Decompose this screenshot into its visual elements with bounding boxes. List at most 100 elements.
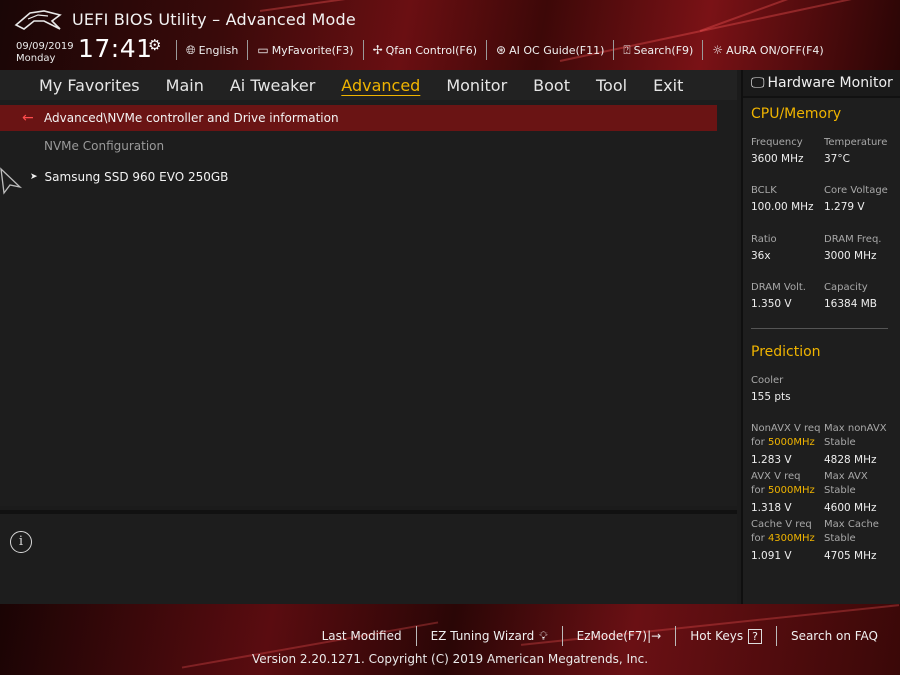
cache-req-for: for 4300MHz [751, 532, 815, 546]
temperature-label: Temperature [824, 137, 888, 148]
main-nav: My Favorites Main Ai Tweaker Advanced Mo… [0, 70, 737, 100]
max-avx-stable: Stable [824, 485, 856, 496]
cpu-memory-heading: CPU/Memory [751, 106, 842, 122]
max-nonavx-value: 4828 MHz [824, 454, 877, 466]
app-title: UEFI BIOS Utility – Advanced Mode [72, 10, 356, 29]
mouse-pointer-icon [0, 167, 23, 195]
max-nonavx-stable: Stable [824, 437, 856, 448]
tab-exit[interactable]: Exit [640, 76, 696, 95]
bclk-label: BCLK [751, 185, 777, 196]
section-divider [751, 328, 888, 329]
capacity-label: Capacity [824, 282, 868, 293]
date-display: 09/09/2019 Monday [16, 41, 74, 65]
ez-tuning-wizard-label: EZ Tuning Wizard [430, 629, 535, 643]
info-icon: i [10, 531, 32, 553]
myfavorite-label: MyFavorite(F3) [271, 43, 354, 57]
tab-advanced[interactable]: Advanced [328, 76, 433, 95]
dram-volt-value: 1.350 V [751, 298, 792, 310]
language-button[interactable]: 🌐︎ English [176, 40, 247, 60]
search-label: Search(F9) [633, 43, 694, 57]
tab-ai-tweaker[interactable]: Ai Tweaker [217, 76, 328, 95]
hot-keys-label: Hot Keys [690, 629, 744, 643]
last-modified-label: Last Modified [321, 629, 402, 643]
last-modified-button[interactable]: Last Modified [308, 626, 416, 646]
max-cache-stable: Stable [824, 533, 856, 544]
date-text: 09/09/2019 [16, 41, 74, 52]
hardware-monitor-label: Hardware Monitor [767, 75, 893, 91]
nvme-drive-label: Samsung SSD 960 EVO 250GB [44, 170, 229, 184]
frequency-label: Frequency [751, 137, 803, 148]
capacity-value: 16384 MB [824, 298, 878, 310]
cache-req-value: 1.091 V [751, 550, 792, 562]
aura-toggle-button[interactable]: ☼ AURA ON/OFF(F4) [702, 40, 832, 60]
help-description-panel: i [0, 510, 737, 604]
search-on-faq-button[interactable]: Search on FAQ [775, 626, 892, 646]
nonavx-req-title: NonAVX V req [751, 423, 821, 434]
search-on-faq-label: Search on FAQ [790, 629, 878, 643]
nonavx-req-for: for 5000MHz [751, 436, 820, 450]
temperature-value: 37°C [824, 153, 850, 165]
monitor-icon: 🖵︎ [751, 75, 765, 91]
ratio-label: Ratio [751, 234, 777, 245]
avx-freq: 5000MHz [767, 485, 815, 496]
max-avx-value: 4600 MHz [824, 502, 877, 514]
tab-monitor[interactable]: Monitor [433, 76, 520, 95]
footer-links: Last Modified EZ Tuning Wizard 💡︎ EzMode… [308, 626, 892, 646]
ai-oc-label: AI OC Guide(F11) [509, 43, 605, 57]
fan-icon: ✢ [372, 43, 383, 57]
aura-light-icon: ☼ [712, 43, 724, 57]
cache-req-title: Cache V req [751, 519, 812, 530]
ratio-value: 36x [751, 250, 771, 262]
tab-tool[interactable]: Tool [583, 76, 640, 95]
qfan-label: Qfan Control(F6) [385, 43, 478, 57]
core-voltage-value: 1.279 V [824, 201, 865, 213]
max-nonavx-label: Max nonAVX Stable [824, 422, 887, 450]
for-text: for [751, 485, 765, 496]
tab-boot[interactable]: Boot [520, 76, 583, 95]
header-toolbar: 🌐︎ English ▭ MyFavorite(F3) ✢ Qfan Contr… [176, 40, 833, 60]
tab-main[interactable]: Main [153, 76, 217, 95]
favorite-icon: ▭ [257, 43, 269, 57]
max-avx-title: Max AVX [824, 471, 868, 482]
ai-oc-guide-button[interactable]: ⊛ AI OC Guide(F11) [486, 40, 613, 60]
for-text: for [751, 437, 765, 448]
dram-freq-value: 3000 MHz [824, 250, 877, 262]
ai-chip-icon: ⊛ [496, 43, 507, 57]
rog-logo-icon [14, 10, 62, 30]
myfavorite-button[interactable]: ▭ MyFavorite(F3) [247, 40, 362, 60]
frequency-value: 3600 MHz [751, 153, 804, 165]
max-avx-label: Max AVX Stable [824, 470, 868, 498]
cooler-value: 155 pts [751, 391, 791, 403]
ezmode-button[interactable]: EzMode(F7)|→ [561, 626, 676, 646]
submenu-arrow-icon: ➤ [30, 172, 38, 182]
hot-keys-button[interactable]: Hot Keys ? [675, 626, 776, 646]
cache-freq: 4300MHz [767, 533, 815, 544]
qfan-control-button[interactable]: ✢ Qfan Control(F6) [362, 40, 486, 60]
language-label: English [198, 43, 239, 57]
nvme-configuration-label: NVMe Configuration [44, 139, 165, 153]
search-button[interactable]: ⍰ Search(F9) [613, 40, 702, 60]
breadcrumb[interactable]: ← Advanced\NVMe controller and Drive inf… [0, 105, 717, 131]
back-arrow-icon[interactable]: ← [22, 110, 44, 126]
prediction-heading: Prediction [751, 344, 821, 360]
ez-tuning-wizard-button[interactable]: EZ Tuning Wizard 💡︎ [415, 626, 562, 646]
lightbulb-icon: 💡︎ [539, 628, 548, 643]
nvme-drive-item[interactable]: ➤ Samsung SSD 960 EVO 250GB [30, 170, 228, 184]
header-bar: UEFI BIOS Utility – Advanced Mode 09/09/… [0, 0, 900, 70]
max-cache-label: Max Cache Stable [824, 518, 879, 546]
nonavx-freq: 5000MHz [767, 437, 815, 448]
main-panel: ← Advanced\NVMe controller and Drive inf… [0, 100, 737, 506]
nonavx-req-label: NonAVX V req for 5000MHz [751, 422, 820, 450]
ezmode-label: EzMode(F7)|→ [576, 629, 662, 643]
avx-req-label: AVX V req for 5000MHz [751, 470, 815, 498]
question-icon: ? [748, 628, 762, 644]
globe-icon: 🌐︎ [186, 42, 196, 57]
avx-req-for: for 5000MHz [751, 484, 815, 498]
dram-volt-label: DRAM Volt. [751, 282, 806, 293]
bclk-value: 100.00 MHz [751, 201, 814, 213]
help-search-icon: ⍰ [623, 42, 631, 57]
gear-icon[interactable]: ⚙ [148, 36, 161, 54]
tab-my-favorites[interactable]: My Favorites [26, 76, 153, 95]
aura-label: AURA ON/OFF(F4) [726, 43, 824, 57]
clock-time[interactable]: 17:41 [78, 34, 153, 63]
